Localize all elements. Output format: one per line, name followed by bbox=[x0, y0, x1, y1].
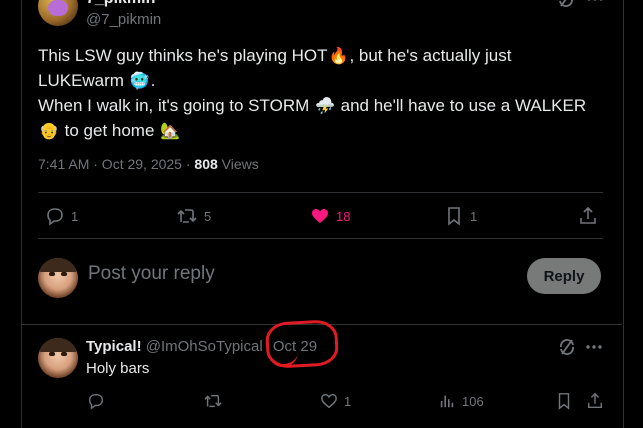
heart-outline-icon bbox=[321, 393, 337, 409]
views-label: Views bbox=[217, 156, 259, 172]
share-icon bbox=[580, 206, 596, 224]
grok-icon[interactable] bbox=[558, 338, 576, 361]
post-line: LUKEwarm 🥶. bbox=[38, 69, 608, 94]
author-handle[interactable]: @7_pikmin bbox=[86, 11, 161, 28]
reply-repost-action[interactable] bbox=[203, 392, 223, 410]
reply-like-action[interactable]: 1 bbox=[320, 392, 351, 410]
reply-input[interactable]: Post your reply bbox=[88, 263, 215, 285]
house-emoji: 🏡 bbox=[160, 123, 181, 140]
fire-emoji: 🔥 bbox=[328, 48, 349, 65]
reply-text: Holy bars bbox=[86, 360, 150, 377]
reply-button[interactable]: Reply bbox=[527, 258, 601, 294]
views-count: 808 bbox=[194, 156, 218, 172]
analytics-icon bbox=[440, 395, 454, 408]
post-line: 👴 to get home 🏡 bbox=[38, 119, 608, 144]
more-options-icon[interactable] bbox=[585, 0, 605, 13]
reply-action[interactable]: 1 bbox=[45, 206, 78, 226]
share-action[interactable] bbox=[578, 206, 598, 226]
repost-count: 5 bbox=[204, 208, 212, 224]
bookmark-action[interactable]: 1 bbox=[444, 206, 477, 226]
user-avatar[interactable] bbox=[38, 258, 78, 298]
grok-icon[interactable] bbox=[557, 0, 575, 13]
reply-author-avatar[interactable] bbox=[38, 338, 78, 378]
reply-views-action[interactable]: 106 bbox=[438, 392, 484, 410]
post-text: This LSW guy thinks he's playing HOT🔥, b… bbox=[38, 44, 608, 144]
storm-emoji: ⛈️ bbox=[314, 98, 335, 115]
repost-icon bbox=[177, 209, 197, 223]
share-icon bbox=[587, 392, 603, 409]
bookmark-icon bbox=[558, 393, 570, 410]
post-meta: 7:41 AM · Oct 29, 2025 · 808 Views bbox=[38, 156, 259, 172]
reply-views-count: 106 bbox=[462, 393, 484, 409]
post-timestamp[interactable]: 7:41 AM · Oct 29, 2025 · bbox=[38, 156, 194, 172]
post-line: When I walk in, it's going to STORM ⛈️ a… bbox=[38, 94, 608, 119]
reply-icon bbox=[88, 393, 104, 410]
heart-icon bbox=[312, 209, 328, 223]
divider bbox=[38, 192, 603, 193]
bookmark-icon bbox=[448, 207, 460, 226]
cold-face-emoji: 🥶 bbox=[129, 73, 150, 90]
reply-author-name[interactable]: Typical! bbox=[86, 338, 142, 355]
reply-bookmark-action[interactable] bbox=[555, 392, 573, 410]
reply-share-action[interactable] bbox=[586, 392, 604, 410]
divider bbox=[38, 238, 603, 239]
reply-like-count: 1 bbox=[344, 393, 352, 409]
reply-reply-action[interactable] bbox=[87, 392, 105, 410]
reply-icon bbox=[47, 208, 63, 226]
like-action[interactable]: 18 bbox=[310, 206, 350, 226]
repost-action[interactable]: 5 bbox=[176, 206, 211, 226]
reply-author-handle[interactable]: @ImOhSoTypical bbox=[146, 338, 263, 355]
author-name[interactable]: 7_pikmin bbox=[86, 0, 155, 8]
bookmark-count: 1 bbox=[470, 208, 478, 224]
more-options-icon[interactable] bbox=[584, 338, 604, 361]
old-man-emoji: 👴 bbox=[39, 123, 59, 140]
repost-icon bbox=[204, 394, 222, 408]
post-line: This LSW guy thinks he's playing HOT🔥, b… bbox=[38, 44, 608, 69]
reply-count: 1 bbox=[71, 208, 79, 224]
like-count: 18 bbox=[336, 208, 351, 224]
